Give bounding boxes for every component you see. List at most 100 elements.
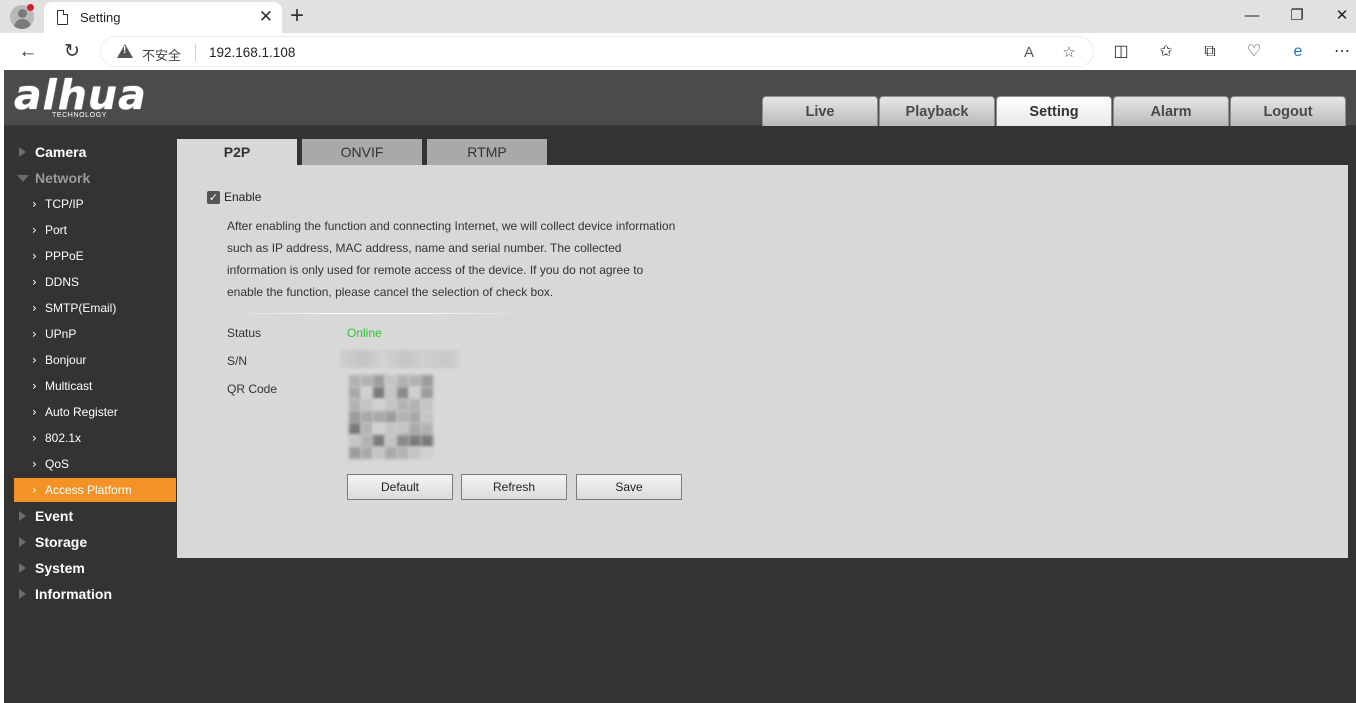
nav-tab-live[interactable]: Live [762,96,878,126]
sidebar-section-storage[interactable]: Storage [4,530,176,554]
sidebar-item-upnp[interactable]: › UPnP [14,322,176,346]
qr-pixel [421,423,433,435]
chevron-right-icon: › [32,353,37,367]
sidebar-section-camera[interactable]: Camera [4,140,176,164]
sidebar-section-information[interactable]: Information [4,582,176,606]
warning-icon[interactable] [117,44,133,58]
read-aloud-icon[interactable]: A [1019,43,1039,63]
chevron-right-icon: › [32,223,37,237]
description-line: such as IP address, MAC address, name an… [227,241,622,255]
qr-pixel [361,411,373,423]
reload-icon[interactable]: ↻ [60,40,84,64]
qr-pixel [409,375,421,387]
qr-pixel [409,435,421,447]
qr-pixel [349,375,361,387]
sidebar-item-bonjour[interactable]: › Bonjour [14,348,176,372]
sidebar-item-qos[interactable]: › QoS [14,452,176,476]
restore-window-icon[interactable]: ❐ [1285,5,1309,27]
sidebar-item-port[interactable]: › Port [14,218,176,242]
not-secure-label[interactable]: 不安全 [142,45,181,64]
sidebar-item-access-platform[interactable]: › Access Platform [14,478,176,502]
nav-tab-playback[interactable]: Playback [879,96,995,126]
address-bar[interactable]: 不安全 192.168.1.108 A ☆ [100,36,1094,67]
qr-pixel [421,411,433,423]
qr-pixel [385,375,397,387]
qr-pixel [397,399,409,411]
tab-onvif[interactable]: ONVIF [302,139,422,165]
sidebar-section-label: Camera [35,144,87,160]
collections-icon[interactable]: ⧉ [1199,41,1221,63]
description-line: information is only used for remote acce… [227,263,644,277]
qr-pixel [409,399,421,411]
logo-tagline: TECHNOLOGY [52,112,108,119]
tab-rtmp[interactable]: RTMP [427,139,547,165]
sidebar-section-network[interactable]: Network [4,166,176,190]
expand-arrow-icon [19,563,26,573]
sidebar-item-label: Auto Register [45,405,118,419]
chevron-right-icon: › [32,249,37,263]
qr-pixel [397,435,409,447]
favorites-icon[interactable]: ✩ [1155,41,1177,63]
browser-essentials-icon[interactable]: ♡ [1243,41,1265,63]
split-screen-icon[interactable]: ◫ [1110,41,1132,63]
sidebar-section-event[interactable]: Event [4,504,176,528]
status-value: Online [347,326,382,340]
sidebar-item-tcpip[interactable]: › TCP/IP [14,192,176,216]
favorite-star-icon[interactable]: ☆ [1059,43,1079,63]
close-tab-icon[interactable]: ✕ [259,7,273,27]
qr-pixel [373,399,385,411]
sidebar-section-system[interactable]: System [4,556,176,580]
qr-pixel [385,423,397,435]
default-button[interactable]: Default [347,474,453,500]
tab-p2p[interactable]: P2P [177,139,297,165]
qr-pixel [397,375,409,387]
chevron-right-icon: › [32,457,37,471]
qr-code-image-redacted [349,375,433,459]
qr-pixel [361,399,373,411]
refresh-button[interactable]: Refresh [461,474,567,500]
sidebar-section-label: Storage [35,534,88,550]
minimize-window-icon[interactable]: — [1240,5,1264,27]
url-text[interactable]: 192.168.1.108 [209,45,295,60]
browser-tab-setting[interactable]: Setting ✕ [44,2,282,33]
qr-pixel [421,387,433,399]
qr-pixel [385,399,397,411]
sidebar-item-smtp[interactable]: › SMTP(Email) [14,296,176,320]
qr-pixel [349,399,361,411]
chevron-right-icon: › [32,327,37,341]
nav-tab-alarm[interactable]: Alarm [1113,96,1229,126]
back-arrow-icon[interactable]: ← [16,40,40,64]
app-header: alhua TECHNOLOGY Live Playback Setting A… [4,70,1356,126]
sidebar-section-label: Network [35,170,91,186]
sidebar-item-ddns[interactable]: › DDNS [14,270,176,294]
qr-pixel [361,447,373,459]
sidebar-item-pppoe[interactable]: › PPPoE [14,244,176,268]
enable-label[interactable]: Enable [224,190,261,204]
address-divider [195,44,196,61]
settings-sidebar: Camera Network › TCP/IP › Port › PPPoE › DDN… [4,127,176,703]
chevron-right-icon: › [32,301,37,315]
nav-tab-setting[interactable]: Setting [996,96,1112,126]
more-menu-icon[interactable]: ⋯ [1331,41,1353,63]
description-line: After enabling the function and connecti… [227,219,676,233]
nav-tab-logout[interactable]: Logout [1230,96,1346,126]
close-window-icon[interactable]: ✕ [1330,5,1354,27]
qr-pixel [409,411,421,423]
sidebar-item-8021x[interactable]: › 802.1x [14,426,176,450]
browser-tab-title: Setting [80,10,121,25]
qr-pixel [361,435,373,447]
browser-toolbar: ← ↻ 不安全 192.168.1.108 A ☆ ◫ ✩ ⧉ ♡ e ⋯ [0,33,1356,70]
qr-pixel [349,435,361,447]
edge-extension-icon[interactable]: e [1287,41,1309,63]
save-button[interactable]: Save [576,474,682,500]
expand-arrow-icon [19,511,26,521]
enable-checkbox[interactable]: ✓ [207,191,220,204]
browser-tab-strip: Setting ✕ + — ❐ ✕ [0,0,1356,33]
description-line: enable the function, please cancel the s… [227,285,554,299]
expand-arrow-icon [19,589,26,599]
new-tab-icon[interactable]: + [290,2,304,30]
sidebar-item-multicast[interactable]: › Multicast [14,374,176,398]
sidebar-item-auto-register[interactable]: › Auto Register [14,400,176,424]
expand-arrow-icon [19,147,26,157]
sidebar-item-label: UPnP [45,327,77,341]
